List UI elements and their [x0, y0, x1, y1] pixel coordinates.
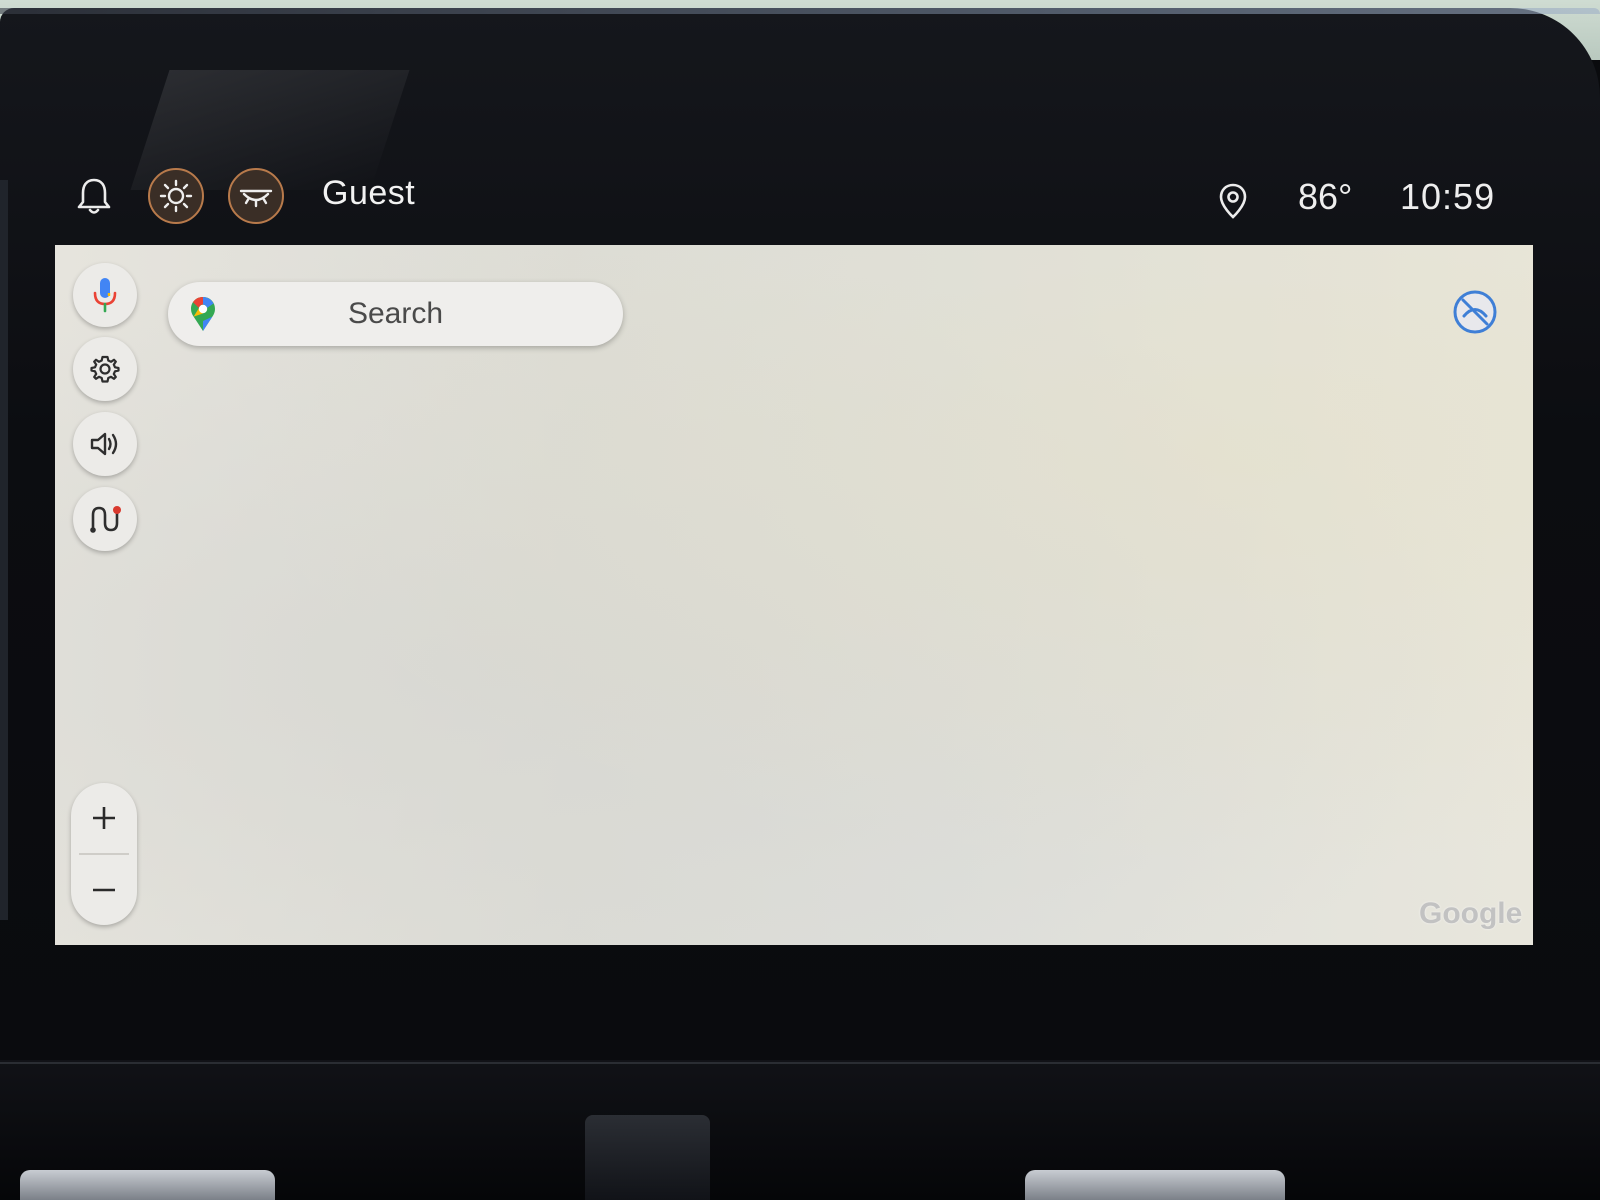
map-settings-button[interactable]	[73, 337, 137, 401]
dashboard-seam	[0, 1062, 1600, 1064]
google-watermark: Google	[1419, 897, 1523, 930]
bezel-left-edge	[0, 180, 8, 920]
sound-settings-button[interactable]	[73, 412, 137, 476]
air-vent-right	[1025, 1170, 1285, 1200]
night-mode-button[interactable]	[228, 168, 284, 224]
map-view[interactable]: Search Google	[55, 245, 1533, 945]
clock-time: 10:59	[1400, 176, 1496, 217]
user-profile-name[interactable]: Guest	[322, 174, 415, 213]
search-input-placeholder[interactable]: Search	[168, 297, 623, 331]
status-bar: Guest 86° 10:59	[56, 160, 1536, 240]
sun-icon	[159, 179, 193, 213]
location-pin-icon	[1218, 182, 1248, 220]
plus-icon	[93, 807, 115, 829]
bell-icon[interactable]	[76, 176, 112, 216]
minus-icon	[93, 888, 115, 892]
speaker-icon	[90, 432, 118, 456]
zoom-control	[71, 783, 137, 925]
compass-off-icon[interactable]	[1452, 289, 1498, 335]
route-options-button[interactable]	[73, 487, 137, 551]
microphone-icon	[93, 278, 117, 313]
outside-temperature: 86°	[1298, 176, 1353, 217]
center-console-knob	[585, 1115, 710, 1200]
day-mode-button[interactable]	[148, 168, 204, 224]
air-vent-left	[20, 1170, 275, 1200]
zoom-out-button[interactable]	[71, 855, 137, 925]
search-bar[interactable]: Search	[168, 282, 623, 346]
gear-icon	[90, 355, 120, 383]
voice-search-button[interactable]	[73, 263, 137, 327]
route-icon	[90, 506, 121, 533]
zoom-in-button[interactable]	[71, 783, 137, 853]
eye-closed-icon	[239, 189, 273, 208]
